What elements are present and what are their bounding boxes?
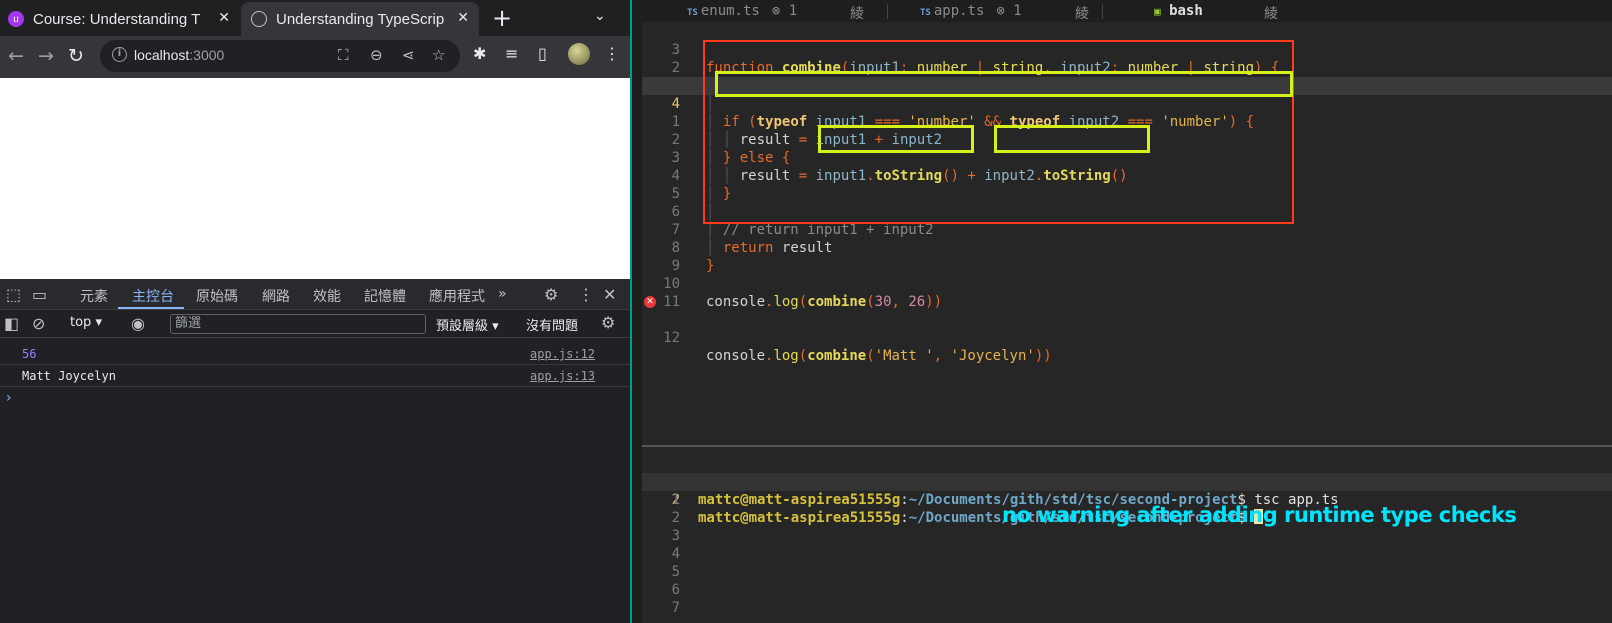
editor-tab-app[interactable]: TS app.ts ⊗ 1 xyxy=(920,3,1022,19)
editor-tab-enum[interactable]: TS enum.ts ⊗ 1 xyxy=(687,3,797,19)
code-line-error: ✕ 12 console.log(combine('Matt ', 'Joyce… xyxy=(642,293,1612,364)
terminal-divider xyxy=(642,445,1612,447)
console-log-row: Matt Joycelyn app.js:13 xyxy=(0,365,630,387)
log-source-link[interactable]: app.js:12 xyxy=(530,347,595,361)
tab-separator xyxy=(1102,4,1103,19)
console-log-row: 56 app.js:12 xyxy=(0,343,630,365)
url-text: localhost:3000 xyxy=(134,47,225,63)
tab-label: Course: Understanding T xyxy=(33,10,201,28)
tab-glyph: 綾 xyxy=(850,6,864,22)
console-settings-gear-icon[interactable]: ⚙ xyxy=(601,313,615,332)
error-icon[interactable]: ✕ xyxy=(644,296,656,308)
browser-toolbar: ← → ↻ i localhost:3000 ⛶ ⊖ ⋖ ☆ ✱ ≡ ▯ ⋮ xyxy=(0,36,630,78)
code-line: 9 xyxy=(671,258,680,274)
device-toolbar-icon[interactable]: ▭ xyxy=(32,285,47,304)
editor-tab-bash[interactable]: ▣ bash xyxy=(1154,3,1203,19)
highlight-box-input1-tostring xyxy=(818,125,974,153)
share-icon[interactable]: ⋖ xyxy=(402,46,415,64)
close-icon[interactable]: ✕ xyxy=(218,9,230,26)
udemy-icon: u xyxy=(8,11,24,27)
inspect-element-icon[interactable]: ⬚ xyxy=(6,285,21,304)
editor-tab-bar: TS enum.ts ⊗ 1 綾 TS app.ts ⊗ 1 綾 ▣ bash 綾 xyxy=(642,0,1612,22)
browser-tab-bar: u Course: Understanding T ✕ Understandin… xyxy=(0,0,630,36)
devtools-tab-bar: ⬚ ▭ 元素 主控台 原始碼 網路 效能 記憶體 應用程式 » ⚙ ⋮ ✕ xyxy=(0,279,630,310)
devtools-tab-application[interactable]: 應用程式 xyxy=(429,286,485,306)
console-toolbar: ◧ ⊘ top ▾ ◉ 篩選 預設層級 ▾ 沒有問題 ⚙ xyxy=(0,310,630,338)
back-arrow-icon[interactable]: ← xyxy=(8,45,24,67)
forward-arrow-icon[interactable]: → xyxy=(38,45,54,67)
code-editor: TS enum.ts ⊗ 1 綾 TS app.ts ⊗ 1 綾 ▣ bash 綾 3 … xyxy=(642,0,1612,623)
clear-console-icon[interactable]: ⊘ xyxy=(32,314,45,333)
close-icon[interactable]: ✕ xyxy=(457,9,469,26)
tab-label: Understanding TypeScrip xyxy=(276,10,445,28)
address-bar[interactable]: i localhost:3000 ⛶ ⊖ ⋖ ☆ xyxy=(100,40,460,72)
terminal-line: 1 mattc@matt-aspirea51555g:~/Documents/g… xyxy=(672,474,1339,508)
browser-window: u Course: Understanding T ✕ Understandin… xyxy=(0,0,632,623)
tab-separator xyxy=(887,4,888,19)
side-panel-icon[interactable]: ▯ xyxy=(538,44,547,63)
active-tab-indicator xyxy=(118,307,184,309)
terminal-line: 5 xyxy=(671,564,680,580)
devtools-tab-performance[interactable]: 效能 xyxy=(313,286,341,306)
globe-icon xyxy=(251,11,267,27)
close-circle-icon: ⊗ xyxy=(771,3,781,19)
kebab-menu-icon[interactable]: ⋮ xyxy=(578,285,594,304)
context-selector[interactable]: top ▾ xyxy=(70,315,102,330)
console-prompt[interactable]: › xyxy=(6,390,12,406)
zoom-icon[interactable]: ⊖ xyxy=(370,46,383,64)
devtools-tab-memory[interactable]: 記憶體 xyxy=(364,286,406,306)
extensions-puzzle-icon[interactable]: ✱ xyxy=(473,44,486,63)
code-line: 10 console.log(combine(30, 26)) xyxy=(663,276,943,310)
page-viewport xyxy=(0,78,630,279)
kebab-menu-icon[interactable]: ⋮ xyxy=(604,44,620,63)
annotation-note: no warning after adding runtime type che… xyxy=(1002,503,1517,527)
devtools-tab-sources[interactable]: 原始碼 xyxy=(196,286,238,306)
code-line: 11 xyxy=(663,294,680,310)
log-message: 56 xyxy=(22,347,37,361)
tab-search-chevron-icon[interactable]: ⌄ xyxy=(594,8,606,24)
devtools-tab-network[interactable]: 網路 xyxy=(262,286,290,306)
media-queue-icon[interactable]: ≡ xyxy=(505,44,518,63)
devtools-tab-console[interactable]: 主控台 xyxy=(132,286,174,306)
terminal-line: 7 xyxy=(671,600,680,616)
close-circle-icon: ⊗ xyxy=(996,3,1005,19)
terminal-icon: ▣ xyxy=(1154,5,1161,18)
bookmark-star-icon[interactable]: ☆ xyxy=(432,46,445,64)
close-devtools-icon[interactable]: ✕ xyxy=(603,285,616,304)
log-levels-dropdown[interactable]: 預設層級 ▾ xyxy=(436,315,499,334)
reload-icon[interactable]: ↻ xyxy=(68,45,84,67)
terminal-line-current[interactable]: 2 mattc@matt-aspirea51555g:~/Documents/g… xyxy=(642,473,1612,526)
log-source-link[interactable]: app.js:13 xyxy=(530,369,595,383)
settings-gear-icon[interactable]: ⚙ xyxy=(544,285,558,304)
issues-counter[interactable]: 沒有問題 xyxy=(526,315,578,334)
devtools-tab-elements[interactable]: 元素 xyxy=(80,286,108,306)
console-filter-input[interactable]: 篩選 xyxy=(170,314,426,334)
terminal-line: 6 xyxy=(671,582,680,598)
site-info-icon[interactable]: i xyxy=(112,47,127,62)
highlight-box-input2-tostring xyxy=(994,125,1150,153)
terminal-line: 4 xyxy=(671,546,680,562)
terminal-line: 3 xyxy=(671,528,680,544)
new-tab-button[interactable]: + xyxy=(492,4,512,32)
code-line: 3 function combine(input1: number | stri… xyxy=(671,42,1280,76)
sidebar-toggle-icon[interactable]: ◧ xyxy=(4,314,19,333)
log-message: Matt Joycelyn xyxy=(22,369,116,383)
tab-glyph: 綾 xyxy=(1075,6,1089,22)
tab-glyph: 綾 xyxy=(1264,6,1278,22)
devtools-more-tabs[interactable]: » xyxy=(498,286,507,302)
browser-tab-course[interactable]: u Course: Understanding T ✕ xyxy=(8,2,240,36)
translate-icon[interactable]: ⛶ xyxy=(338,46,349,64)
profile-avatar[interactable] xyxy=(568,43,590,65)
highlight-box-typeof-check xyxy=(715,71,1293,97)
browser-tab-active[interactable]: Understanding TypeScrip ✕ xyxy=(241,2,479,36)
live-expression-eye-icon[interactable]: ◉ xyxy=(131,314,145,333)
